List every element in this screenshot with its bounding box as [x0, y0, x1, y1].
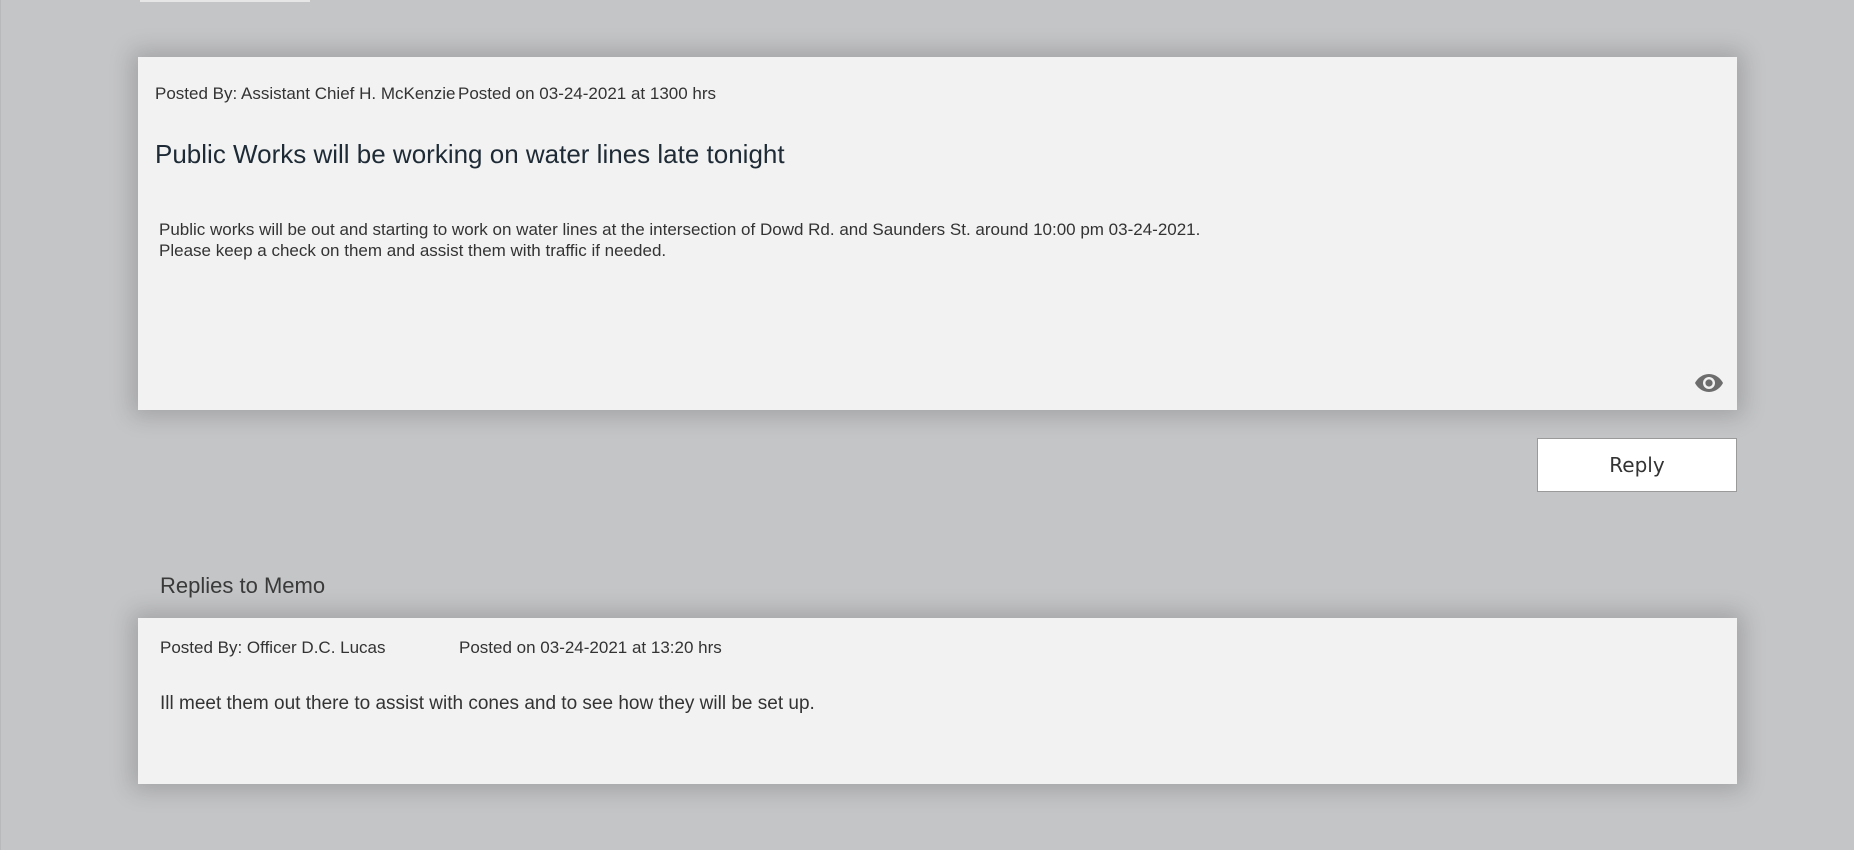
- memo-posted-by: Posted By: Assistant Chief H. McKenzie: [155, 84, 456, 103]
- memo-title: Public Works will be working on water li…: [155, 139, 785, 169]
- reply-card: Posted By: Officer D.C. Lucas Posted on …: [138, 618, 1737, 784]
- replies-heading: Replies to Memo: [160, 573, 326, 598]
- page-edge: [0, 0, 1, 850]
- memo-body-line: Please keep a check on them and assist t…: [159, 241, 667, 260]
- memo-card: Posted By: Assistant Chief H. McKenzie P…: [138, 57, 1737, 410]
- reply-body: Ill meet them out there to assist with c…: [160, 693, 815, 714]
- memo-body-line: Public works will be out and starting to…: [159, 220, 1201, 239]
- reply-button[interactable]: Reply: [1537, 438, 1737, 492]
- memo-body: Public works will be out and starting to…: [159, 219, 1200, 261]
- eye-icon[interactable]: [1694, 372, 1724, 394]
- top-tab: [140, 0, 310, 2]
- reply-posted-on: Posted on 03-24-2021 at 13:20 hrs: [459, 638, 722, 657]
- memo-posted-on: Posted on 03-24-2021 at 1300 hrs: [458, 84, 717, 103]
- reply-posted-by: Posted By: Officer D.C. Lucas: [160, 638, 386, 657]
